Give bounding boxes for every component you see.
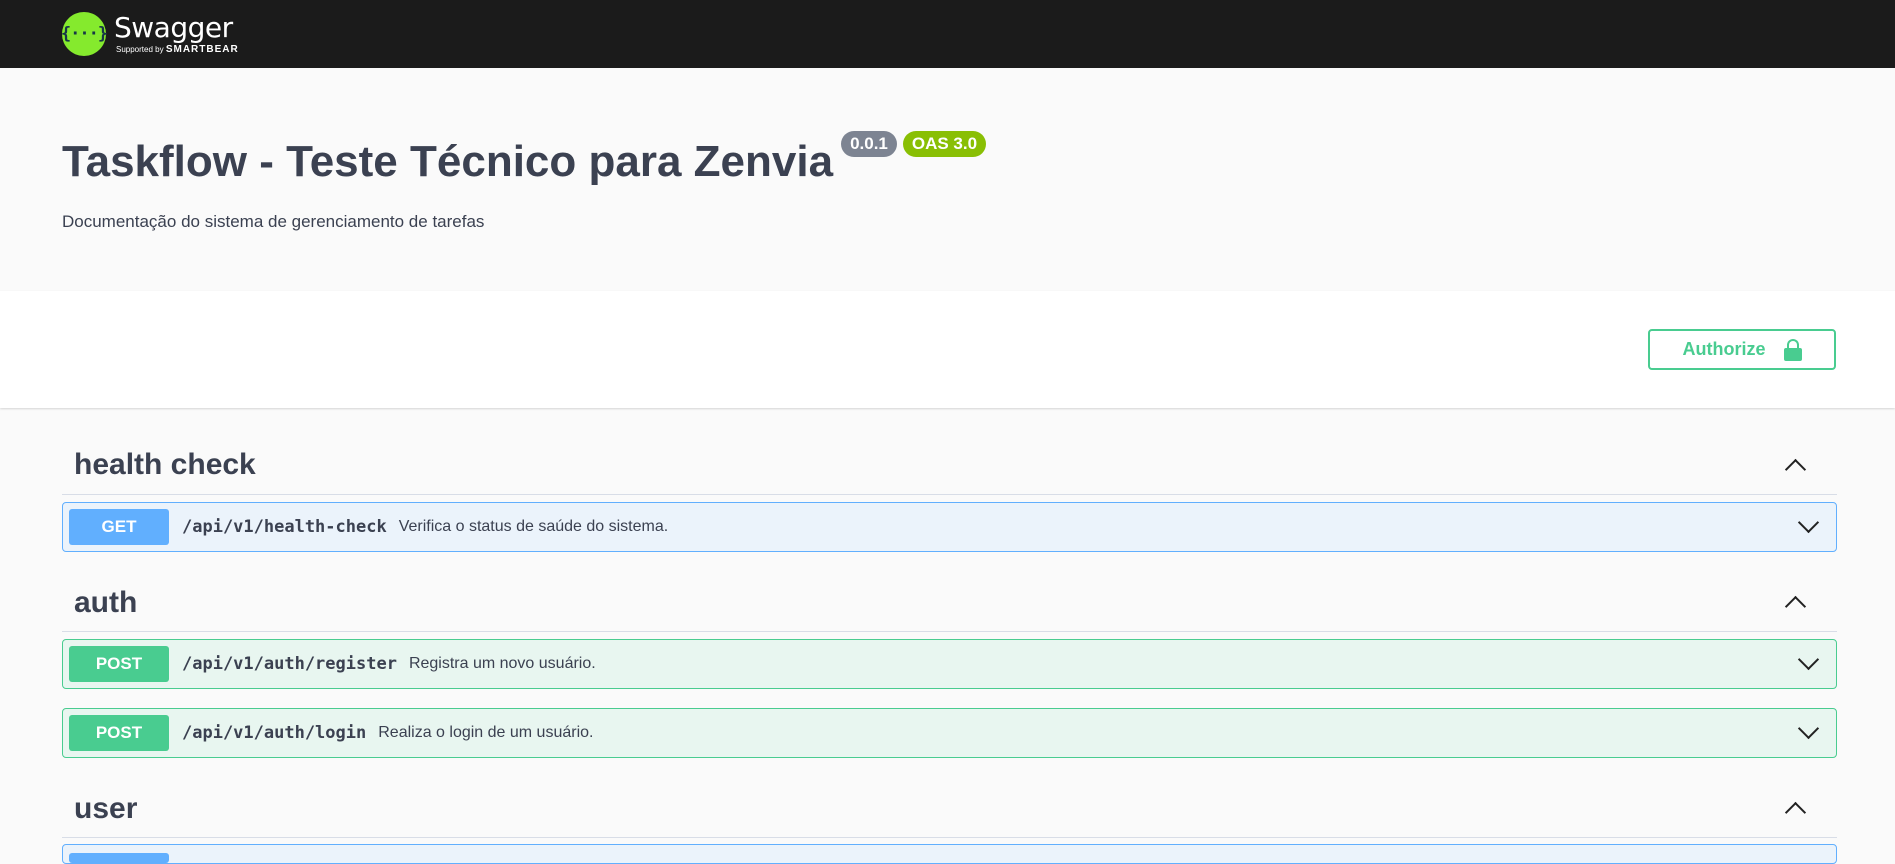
operation-path: /api/v1/auth/login xyxy=(182,723,367,743)
logo-text: Swagger Supported by SMARTBEAR xyxy=(114,10,239,55)
chevron-down-icon[interactable] xyxy=(1797,511,1820,534)
operation-summary: Realiza o login de um usuário. xyxy=(378,724,594,741)
chevron-up-icon[interactable] xyxy=(1784,595,1807,618)
operation-path: /api/v1/health-check xyxy=(182,517,387,537)
swagger-logo[interactable]: {···} Swagger Supported by SMARTBEAR xyxy=(61,10,239,56)
version-badge: 0.0.1 xyxy=(841,131,897,157)
operations-list: health check GET /api/v1/health-check Ve… xyxy=(0,408,1895,864)
api-title: Taskflow - Teste Técnico para Zenvia xyxy=(62,137,834,186)
top-bar: {···} Swagger Supported by SMARTBEAR xyxy=(0,0,1895,68)
logo-supported-by: Supported by SMARTBEAR xyxy=(116,43,239,55)
logo-brand: SMARTBEAR xyxy=(165,43,239,55)
tag-section-auth: auth POST /api/v1/auth/register Registra… xyxy=(62,552,1837,758)
authorize-button[interactable]: Authorize xyxy=(1648,329,1836,370)
api-info: Taskflow - Teste Técnico para Zenvia 0.0… xyxy=(0,68,1895,291)
tag-title: health check xyxy=(74,448,256,481)
method-badge: GET xyxy=(69,509,169,545)
tag-title: user xyxy=(74,791,138,825)
tag-title: auth xyxy=(74,585,138,619)
title-row: Taskflow - Teste Técnico para Zenvia 0.0… xyxy=(62,68,1833,184)
oas-badge: OAS 3.0 xyxy=(902,131,987,157)
tag-header-user[interactable]: user xyxy=(62,758,1837,838)
chevron-up-icon[interactable] xyxy=(1784,801,1807,824)
tag-header-health-check[interactable]: health check xyxy=(62,408,1837,495)
chevron-down-icon[interactable] xyxy=(1797,717,1820,740)
operation-partial[interactable] xyxy=(62,844,1837,864)
api-description: Documentação do sistema de gerenciamento… xyxy=(62,212,485,231)
chevron-up-icon[interactable] xyxy=(1784,458,1807,480)
operation-path: /api/v1/auth/register xyxy=(182,654,397,674)
operation-summary: Verifica o status de saúde do sistema. xyxy=(398,518,669,535)
authorize-label: Authorize xyxy=(1682,339,1766,359)
version-badges: 0.0.1 OAS 3.0 xyxy=(841,131,992,157)
scheme-container: Authorize xyxy=(0,291,1895,408)
lock-icon xyxy=(1783,338,1802,361)
operation-post-register[interactable]: POST /api/v1/auth/register Registra um n… xyxy=(62,639,1837,689)
tag-section-user: user xyxy=(62,758,1837,864)
operation-get-health-check[interactable]: GET /api/v1/health-check Verifica o stat… xyxy=(62,502,1837,552)
chevron-down-icon[interactable] xyxy=(1797,648,1820,671)
method-badge: POST xyxy=(69,646,169,682)
operation-summary: Registra um novo usuário. xyxy=(408,655,596,672)
swagger-logo-icon: {···} xyxy=(61,12,108,56)
logo-supported-label: Supported by xyxy=(116,44,164,54)
tag-header-auth[interactable]: auth xyxy=(62,552,1837,632)
method-badge xyxy=(69,853,169,863)
tag-section-health-check: health check GET /api/v1/health-check Ve… xyxy=(62,408,1837,552)
operation-post-login[interactable]: POST /api/v1/auth/login Realiza o login … xyxy=(62,708,1837,758)
method-badge: POST xyxy=(69,715,169,751)
logo-name: Swagger xyxy=(114,10,233,44)
